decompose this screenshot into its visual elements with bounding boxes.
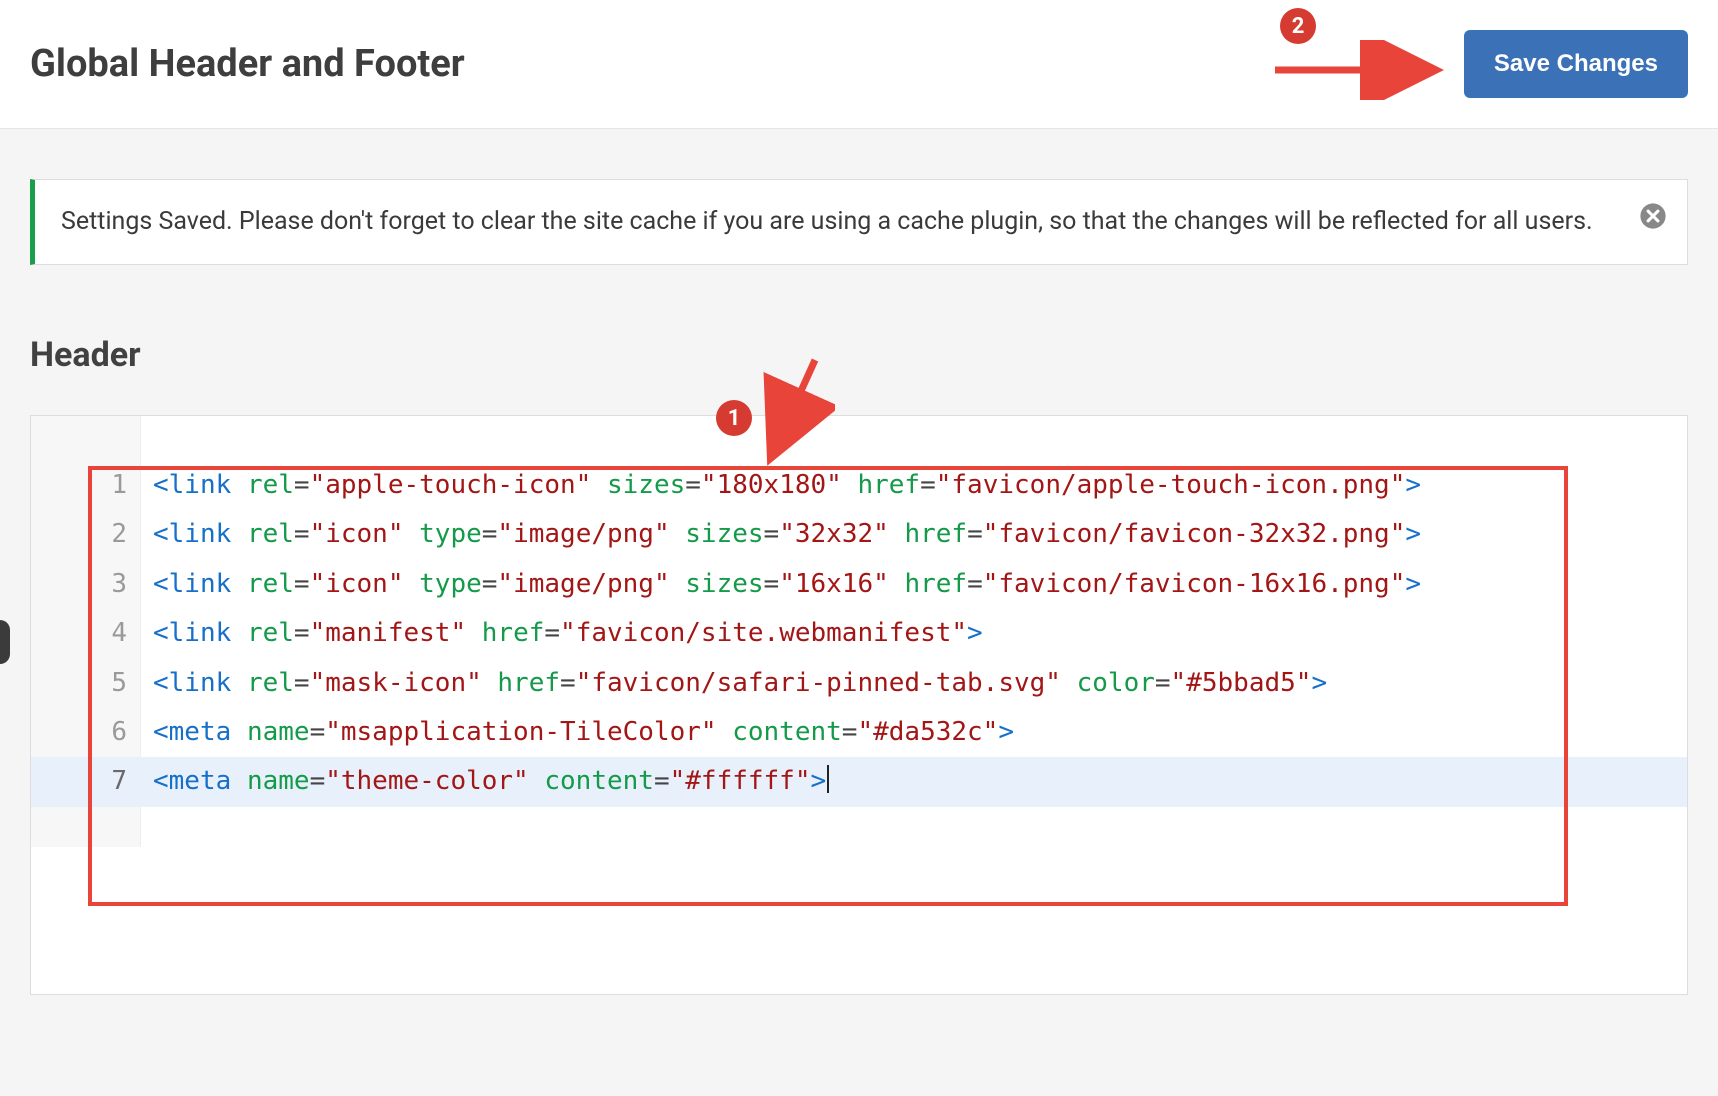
code-text[interactable]: <link rel="icon" type="image/png" sizes=… xyxy=(141,560,1421,609)
line-number: 4 xyxy=(31,609,141,658)
code-text[interactable]: <meta name="theme-color" content="#fffff… xyxy=(141,757,829,806)
header-section-title: Header xyxy=(30,335,1688,375)
content-area: Settings Saved. Please don't forget to c… xyxy=(0,129,1718,1025)
line-number: 3 xyxy=(31,560,141,609)
code-line[interactable]: 7<meta name="theme-color" content="#ffff… xyxy=(31,757,1687,806)
left-edge-handle xyxy=(0,620,10,664)
line-number: 7 xyxy=(31,757,141,806)
code-line[interactable]: 4<link rel="manifest" href="favicon/site… xyxy=(31,609,1687,658)
code-line[interactable]: 3<link rel="icon" type="image/png" sizes… xyxy=(31,560,1687,609)
close-icon[interactable] xyxy=(1639,202,1667,230)
code-text[interactable]: <link rel="manifest" href="favicon/site.… xyxy=(141,609,983,658)
page-title: Global Header and Footer xyxy=(30,42,465,86)
code-text[interactable]: <meta name="msapplication-TileColor" con… xyxy=(141,708,1014,757)
code-line[interactable]: 6<meta name="msapplication-TileColor" co… xyxy=(31,708,1687,757)
line-number: 2 xyxy=(31,510,141,559)
line-number: 5 xyxy=(31,659,141,708)
settings-saved-notice: Settings Saved. Please don't forget to c… xyxy=(30,179,1688,265)
code-text[interactable]: <link rel="mask-icon" href="favicon/safa… xyxy=(141,659,1327,708)
code-text[interactable]: <link rel="icon" type="image/png" sizes=… xyxy=(141,510,1421,559)
notice-text: Settings Saved. Please don't forget to c… xyxy=(61,207,1593,236)
code-line[interactable]: 2<link rel="icon" type="image/png" sizes… xyxy=(31,510,1687,559)
line-number: 6 xyxy=(31,708,141,757)
code-line[interactable]: 1<link rel="apple-touch-icon" sizes="180… xyxy=(31,461,1687,510)
page-header: Global Header and Footer Save Changes xyxy=(0,0,1718,129)
code-line[interactable]: 5<link rel="mask-icon" href="favicon/saf… xyxy=(31,659,1687,708)
line-number: 1 xyxy=(31,461,141,510)
code-text[interactable]: <link rel="apple-touch-icon" sizes="180x… xyxy=(141,461,1421,510)
save-button[interactable]: Save Changes xyxy=(1464,30,1688,98)
text-caret xyxy=(827,765,829,794)
header-code-editor[interactable]: 1<link rel="apple-touch-icon" sizes="180… xyxy=(30,415,1688,995)
